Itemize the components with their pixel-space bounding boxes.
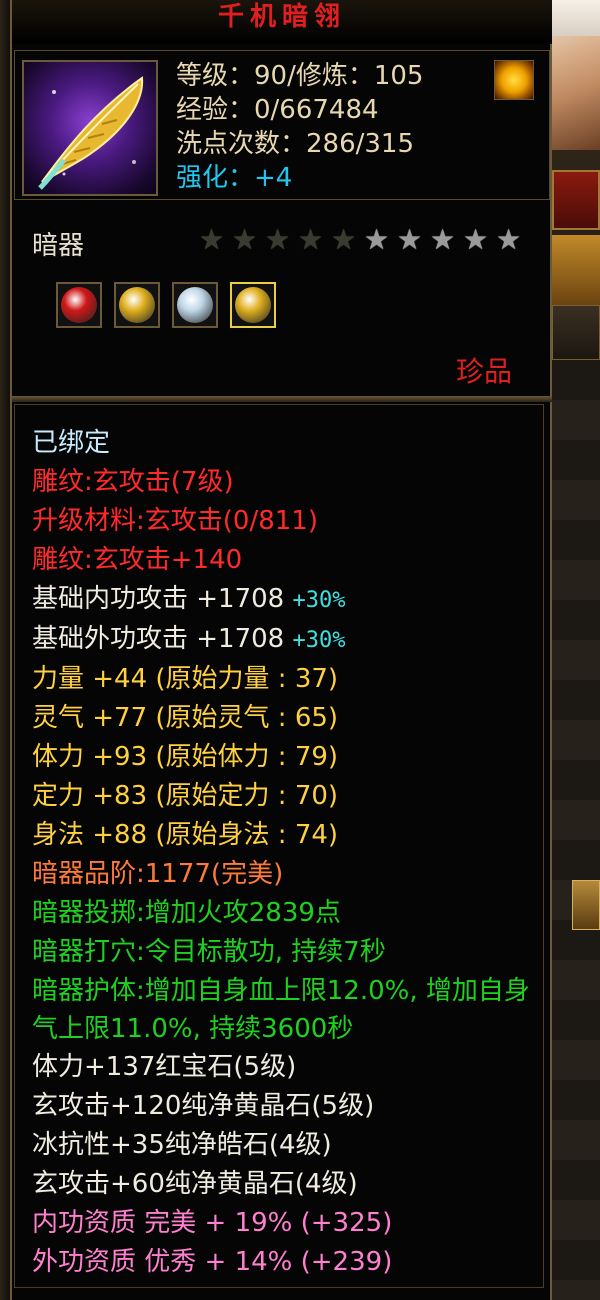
star-icon: ★ bbox=[429, 223, 456, 256]
enhance-label: 强化： bbox=[176, 163, 255, 193]
attribute-text: 暗器打穴:令目标散功, 持续7秒 bbox=[32, 937, 386, 967]
attribute-text: 体力 +93 (原始体力 : 79) bbox=[32, 742, 339, 772]
gem-slot[interactable] bbox=[56, 282, 102, 328]
star-icon: ★ bbox=[231, 223, 258, 256]
section-divider bbox=[12, 396, 552, 402]
attribute-text: 玄攻击+60纯净黄晶石(4级) bbox=[32, 1169, 358, 1199]
background-inventory-strip bbox=[552, 360, 600, 1300]
attribute-text: 定力 +83 (原始定力 : 70) bbox=[32, 781, 339, 811]
background-tab[interactable] bbox=[552, 305, 600, 360]
star-icon: ★ bbox=[330, 223, 357, 256]
enhance-text: 强化：+4 bbox=[176, 161, 292, 195]
socketed-gems bbox=[56, 282, 276, 328]
attribute-line: 定力 +83 (原始定力 : 70) bbox=[32, 777, 532, 816]
attribute-line: 基础外功攻击 +1708 +30% bbox=[32, 620, 532, 660]
attribute-line: 暗器投掷:增加火攻2839点 bbox=[32, 894, 532, 933]
feather-dart-icon bbox=[22, 60, 158, 196]
attribute-text: 暗器品阶:1177(完美) bbox=[32, 859, 284, 889]
attribute-text: 雕纹:玄攻击+140 bbox=[32, 545, 243, 575]
attribute-text: 外功资质 优秀 + 14% (+239) bbox=[32, 1247, 393, 1277]
attribute-percent: +30% bbox=[292, 628, 346, 653]
attribute-line: 力量 +44 (原始力量 : 37) bbox=[32, 660, 532, 699]
attribute-line: 内功资质 完美 + 19% (+325) bbox=[32, 1204, 532, 1243]
flame-badge-icon[interactable] bbox=[494, 60, 534, 100]
attribute-line: 灵气 +77 (原始灵气 : 65) bbox=[32, 699, 532, 738]
attribute-line: 暗器品阶:1177(完美) bbox=[32, 855, 532, 894]
level-cultivation-text: 等级：90/修炼：105 bbox=[176, 61, 424, 91]
attribute-text: 暗器投掷:增加火攻2839点 bbox=[32, 898, 341, 928]
attribute-text: 内功资质 完美 + 19% (+325) bbox=[32, 1208, 393, 1238]
attribute-line: 雕纹:玄攻击+140 bbox=[32, 541, 532, 580]
tooltip-title-bar: 千机暗翎 bbox=[12, 0, 552, 44]
attribute-line: 体力 +93 (原始体力 : 79) bbox=[32, 738, 532, 777]
attribute-line: 升级材料:玄攻击(0/811) bbox=[32, 502, 532, 541]
character-headwrap bbox=[552, 0, 600, 36]
item-name: 千机暗翎 bbox=[217, 2, 346, 32]
white-gem-icon bbox=[177, 287, 213, 323]
attribute-text: 体力+137红宝石(5级) bbox=[32, 1052, 297, 1082]
gem-slot[interactable] bbox=[230, 282, 276, 328]
star-icon: ★ bbox=[495, 223, 522, 256]
attribute-list: 已绑定雕纹:玄攻击(7级) 升级材料:玄攻击(0/811) 雕纹:玄攻击+140 基础… bbox=[32, 424, 532, 1282]
experience-text: 经验：0/667484 bbox=[176, 95, 379, 125]
star-icon: ★ bbox=[297, 223, 324, 256]
attribute-percent: +30% bbox=[292, 588, 346, 613]
attribute-text: 已绑定 bbox=[32, 428, 111, 458]
attribute-text: 升级材料:玄攻击(0/811) bbox=[32, 506, 318, 536]
attribute-line: 身法 +88 (原始身法 : 74) bbox=[32, 816, 532, 855]
star-icon: ★ bbox=[198, 223, 225, 256]
red-gem-icon bbox=[61, 287, 97, 323]
rarity-label: 珍品 bbox=[456, 355, 513, 388]
item-type-label: 暗器 bbox=[32, 231, 85, 261]
attribute-text: 冰抗性+35纯净皓石(4级) bbox=[32, 1130, 332, 1160]
attribute-line: 暗器护体:增加自身血上限12.0%, 增加自身气上限11.0%, 持续3600秒 bbox=[32, 972, 532, 1048]
star-rating: ★ ★ ★ ★ ★ ★ ★ ★ ★ ★ bbox=[198, 225, 522, 257]
enhance-value: +4 bbox=[254, 163, 293, 193]
attribute-text: 雕纹:玄攻击(7级) bbox=[32, 467, 234, 497]
attribute-text: 基础外功攻击 +1708 bbox=[32, 624, 293, 654]
attribute-line: 已绑定 bbox=[32, 424, 532, 463]
attribute-text: 力量 +44 (原始力量 : 37) bbox=[32, 664, 339, 694]
background-button[interactable] bbox=[572, 880, 600, 930]
background-red-panel bbox=[552, 170, 600, 230]
yellow-gem-icon bbox=[119, 287, 155, 323]
star-icon: ★ bbox=[363, 223, 390, 256]
attribute-text: 暗器护体:增加自身血上限12.0%, 增加自身气上限11.0%, 持续3600秒 bbox=[32, 976, 530, 1044]
gem-slot[interactable] bbox=[114, 282, 160, 328]
background-gold-panel bbox=[552, 235, 600, 305]
attribute-text: 灵气 +77 (原始灵气 : 65) bbox=[32, 703, 339, 733]
attribute-line: 冰抗性+35纯净皓石(4级) bbox=[32, 1126, 532, 1165]
attribute-line: 玄攻击+120纯净黄晶石(5级) bbox=[32, 1087, 532, 1126]
attribute-line: 雕纹:玄攻击(7级) bbox=[32, 463, 532, 502]
star-icon: ★ bbox=[264, 223, 291, 256]
attribute-text: 玄攻击+120纯净黄晶石(5级) bbox=[32, 1091, 375, 1121]
attribute-line: 暗器打穴:令目标散功, 持续7秒 bbox=[32, 933, 532, 972]
attribute-text: 身法 +88 (原始身法 : 74) bbox=[32, 820, 339, 850]
attribute-line: 体力+137红宝石(5级) bbox=[32, 1048, 532, 1087]
attribute-line: 外功资质 优秀 + 14% (+239) bbox=[32, 1243, 532, 1282]
yellow-gem-icon bbox=[235, 287, 271, 323]
wash-count-text: 洗点次数：286/315 bbox=[176, 129, 415, 159]
star-icon: ★ bbox=[396, 223, 423, 256]
star-icon: ★ bbox=[462, 223, 489, 256]
attribute-line: 基础内功攻击 +1708 +30% bbox=[32, 580, 532, 620]
gem-slot[interactable] bbox=[172, 282, 218, 328]
attribute-text: 基础内功攻击 +1708 bbox=[32, 584, 293, 614]
attribute-line: 玄攻击+60纯净黄晶石(4级) bbox=[32, 1165, 532, 1204]
